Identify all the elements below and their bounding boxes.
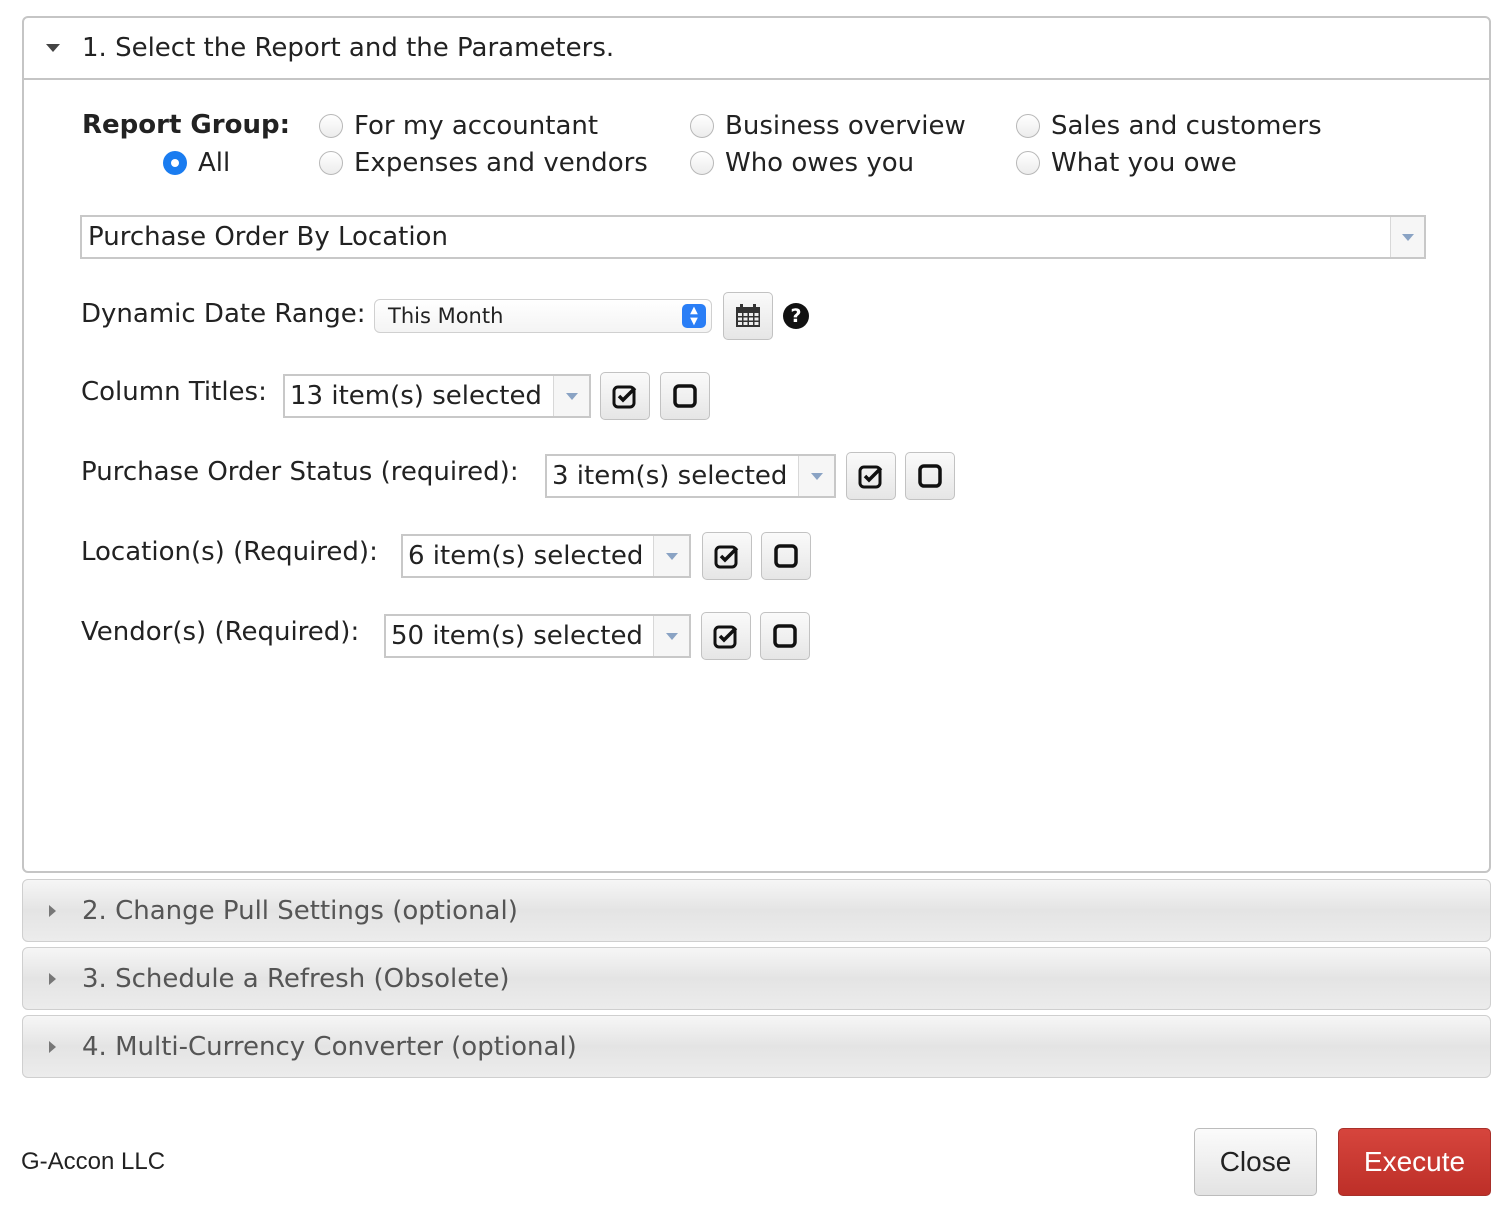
company-name: G-Accon LLC (21, 1148, 166, 1175)
section-multi-currency[interactable]: 4. Multi-Currency Converter (optional) (22, 1015, 1491, 1078)
report-select-value: Purchase Order By Location (88, 222, 448, 252)
locations-label: Location(s) (Required): (81, 537, 378, 567)
column-titles-value: 13 item(s) selected (290, 381, 542, 411)
dropdown-arrow-icon[interactable] (653, 616, 689, 656)
radio-circle[interactable] (690, 151, 714, 175)
expand-triangle-icon (49, 904, 56, 917)
locations-multiselect[interactable]: 6 item(s) selected (401, 534, 691, 578)
radio-circle[interactable] (1016, 114, 1040, 138)
radio-expenses-and-vendors[interactable]: Expenses and vendors (319, 148, 648, 178)
help-icon[interactable]: ? (783, 303, 809, 329)
radio-circle[interactable] (690, 114, 714, 138)
execute-button[interactable]: Execute (1338, 1128, 1491, 1196)
radio-business-overview[interactable]: Business overview (690, 111, 966, 141)
dropdown-arrow-icon[interactable] (1390, 217, 1424, 257)
report-select[interactable]: Purchase Order By Location (80, 215, 1426, 259)
po-status-select-all-button[interactable] (846, 452, 896, 500)
radio-label: All (198, 148, 231, 178)
radio-label: Sales and customers (1051, 111, 1322, 141)
section-pull-settings[interactable]: 2. Change Pull Settings (optional) (22, 879, 1491, 942)
date-range-label: Dynamic Date Range: (81, 299, 366, 329)
section3-title: 3. Schedule a Refresh (Obsolete) (82, 963, 510, 994)
radio-sales-and-customers[interactable]: Sales and customers (1016, 111, 1322, 141)
check-all-icon (714, 545, 739, 569)
radio-circle[interactable] (1016, 151, 1040, 175)
calendar-icon (736, 304, 760, 327)
radio-label: Business overview (725, 111, 966, 141)
dropdown-arrow-icon[interactable] (653, 536, 689, 576)
dropdown-arrow-icon[interactable] (553, 376, 589, 416)
vendors-select-all-button[interactable] (701, 612, 751, 660)
column-titles-multiselect[interactable]: 13 item(s) selected (283, 374, 591, 418)
collapse-triangle-icon (46, 44, 60, 52)
uncheck-all-icon (774, 544, 798, 568)
close-button[interactable]: Close (1194, 1128, 1317, 1196)
po-status-label: Purchase Order Status (required): (81, 457, 519, 487)
radio-label: Who owes you (725, 148, 915, 178)
locations-select-all-button[interactable] (702, 532, 752, 580)
date-range-value: This Month (388, 304, 504, 328)
select-stepper-icon: ▲ ▼ (682, 304, 706, 328)
section-schedule-refresh[interactable]: 3. Schedule a Refresh (Obsolete) (22, 947, 1491, 1010)
section-report-parameters: 1. Select the Report and the Parameters. (22, 16, 1491, 873)
uncheck-all-icon (918, 464, 942, 488)
locations-value: 6 item(s) selected (408, 541, 644, 571)
expand-triangle-icon (49, 972, 56, 985)
calendar-button[interactable] (723, 292, 773, 340)
radio-label: For my accountant (354, 111, 599, 141)
locations-deselect-all-button[interactable] (761, 532, 811, 580)
vendors-multiselect[interactable]: 50 item(s) selected (384, 614, 691, 658)
date-range-select[interactable]: This Month ▲ ▼ (374, 299, 712, 333)
column-titles-label: Column Titles: (81, 377, 267, 407)
uncheck-all-icon (673, 384, 697, 408)
column-titles-select-all-button[interactable] (600, 372, 650, 420)
radio-circle[interactable] (319, 114, 343, 138)
radio-circle-selected[interactable] (163, 151, 187, 175)
radio-who-owes-you[interactable]: Who owes you (690, 148, 914, 178)
section2-title: 2. Change Pull Settings (optional) (82, 895, 518, 926)
vendors-label: Vendor(s) (Required): (81, 617, 360, 647)
po-status-value: 3 item(s) selected (552, 461, 788, 491)
section1-header[interactable]: 1. Select the Report and the Parameters. (24, 18, 1489, 80)
section1-title: 1. Select the Report and the Parameters. (82, 33, 615, 63)
expand-triangle-icon (49, 1040, 56, 1053)
check-all-icon (713, 625, 738, 649)
radio-all[interactable]: All (163, 148, 230, 178)
po-status-deselect-all-button[interactable] (905, 452, 955, 500)
radio-for-my-accountant[interactable]: For my accountant (319, 111, 598, 141)
vendors-deselect-all-button[interactable] (760, 612, 810, 660)
vendors-value: 50 item(s) selected (391, 621, 643, 651)
radio-label: Expenses and vendors (354, 148, 648, 178)
section4-title: 4. Multi-Currency Converter (optional) (82, 1031, 577, 1062)
report-group-label: Report Group: (82, 110, 290, 140)
check-all-icon (858, 465, 883, 489)
uncheck-all-icon (773, 624, 797, 648)
dropdown-arrow-icon[interactable] (798, 456, 834, 496)
po-status-multiselect[interactable]: 3 item(s) selected (545, 454, 836, 498)
check-all-icon (612, 385, 637, 409)
radio-what-you-owe[interactable]: What you owe (1016, 148, 1237, 178)
radio-circle[interactable] (319, 151, 343, 175)
column-titles-deselect-all-button[interactable] (660, 372, 710, 420)
radio-label: What you owe (1051, 148, 1237, 178)
